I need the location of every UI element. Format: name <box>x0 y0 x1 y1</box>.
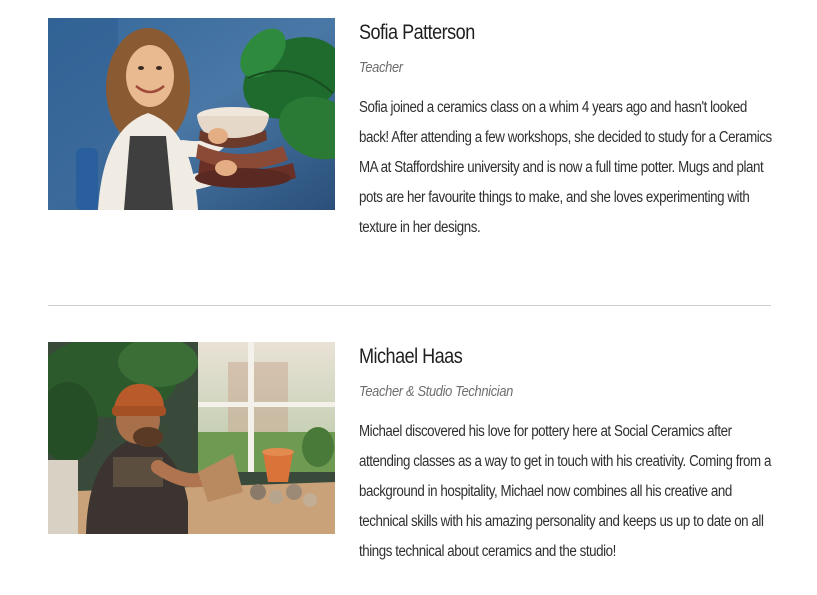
team-member-bio: Sofia joined a ceramics class on a whim … <box>359 99 772 236</box>
team-member-role: Teacher & Studio Technician <box>359 383 513 400</box>
team-member-role: Teacher <box>359 59 403 76</box>
team-member-photo <box>48 342 335 534</box>
team-member-photo <box>48 18 335 210</box>
team-member-bio: Michael discovered his love for pottery … <box>359 423 771 560</box>
section-divider <box>48 305 771 306</box>
team-member-name: Sofia Patterson <box>359 21 475 44</box>
team-member-name: Michael Haas <box>359 345 463 368</box>
